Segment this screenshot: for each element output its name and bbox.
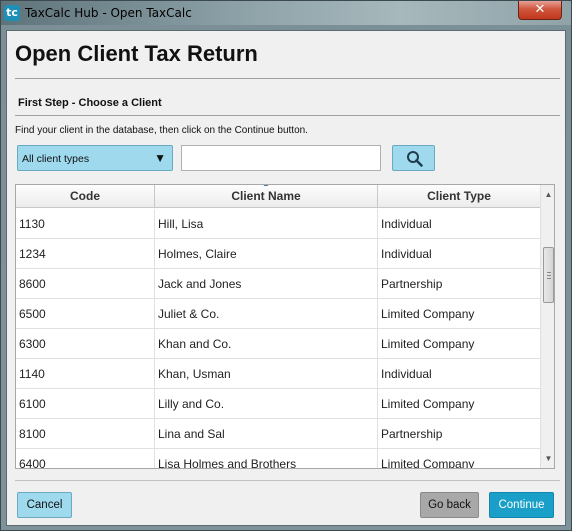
table-row[interactable]: 6500 Juliet & Co. Limited Company	[16, 299, 540, 329]
chevron-down-icon: ▼	[154, 151, 166, 165]
cell-code: 6400	[16, 449, 155, 468]
window-title: TaxCalc Hub - Open TaxCalc	[25, 6, 192, 20]
cell-client-type: Partnership	[381, 427, 443, 441]
divider	[15, 480, 560, 481]
cell-client-name: Khan, Usman	[155, 359, 378, 389]
cell-client-type: Limited Company	[381, 337, 475, 351]
search-button[interactable]	[392, 145, 435, 171]
step-label: First Step - Choose a Client	[18, 97, 162, 109]
cell-code: 1234	[16, 239, 155, 269]
table-row[interactable]: 6400 Lisa Holmes and Brothers Limited Comp…	[16, 449, 540, 469]
cell-client-name: Lisa Holmes and Brothers	[155, 449, 378, 468]
cell-client-type: Limited Company	[381, 397, 475, 411]
cell-client-name: Khan and Co.	[155, 329, 378, 359]
cell-client-name: Lilly and Co.	[155, 389, 378, 419]
cell-client-type: Individual	[381, 367, 432, 381]
search-input[interactable]	[181, 145, 381, 171]
cell-client-type: Partnership	[381, 277, 443, 291]
client-type-dropdown[interactable]: All client types ▼	[17, 145, 173, 171]
table-row[interactable]: 1140 Khan, Usman Individual	[16, 359, 540, 389]
column-header-code[interactable]: Code	[16, 185, 155, 208]
cell-client-name: Holmes, Claire	[155, 239, 378, 269]
table-scrollbar[interactable]: ▲ ▼	[540, 185, 554, 468]
table-row[interactable]: 6100 Lilly and Co. Limited Company	[16, 389, 540, 419]
client-type-selected: All client types	[22, 153, 90, 165]
instruction-text: Find your client in the database, then c…	[15, 125, 308, 136]
go-back-button[interactable]: Go back	[420, 492, 479, 518]
cell-code: 1140	[16, 359, 155, 389]
table-row[interactable]: 1130 Hill, Lisa Individual	[16, 209, 540, 239]
grip-line	[547, 275, 551, 276]
search-icon	[407, 151, 423, 167]
client-table: Code Client Name ▲ Client Type 1130Hill,…	[15, 184, 555, 469]
scroll-up-icon[interactable]: ▲	[541, 187, 554, 202]
column-header-client-name[interactable]: Client Name	[155, 185, 378, 208]
cell-client-name: Hill, Lisa	[155, 209, 378, 239]
divider	[15, 78, 560, 79]
cell-code: 8600	[16, 269, 155, 299]
table-header: Code Client Name ▲ Client Type	[16, 185, 540, 208]
cell-code: 8100	[16, 419, 155, 449]
grip-line	[547, 278, 551, 279]
table-row[interactable]: 1234 Holmes, Claire Individual	[16, 239, 540, 269]
page-title: Open Client Tax Return	[15, 41, 258, 66]
cell-code: 6100	[16, 389, 155, 419]
cell-client-type: Limited Company	[381, 457, 475, 469]
cell-code: 1130	[16, 209, 155, 239]
scrollbar-thumb[interactable]	[543, 247, 554, 303]
cell-client-type: Individual	[381, 247, 432, 261]
grip-line	[547, 272, 551, 273]
cell-client-name: Jack and Jones	[155, 269, 378, 299]
table-row[interactable]: 8100 Lina and Sal Partnership	[16, 419, 540, 449]
table-row[interactable]: 6300 Khan and Co. Limited Company	[16, 329, 540, 359]
taxcalc-logo-icon: tc	[4, 5, 20, 21]
cell-code: 6300	[16, 329, 155, 359]
cancel-button[interactable]: Cancel	[17, 492, 72, 518]
table-row[interactable]: 8600 Jack and Jones Partnership	[16, 269, 540, 299]
close-window-button[interactable]: ✕	[518, 1, 562, 20]
cell-client-type: Limited Company	[381, 307, 475, 321]
cell-code: 6500	[16, 299, 155, 329]
continue-button[interactable]: Continue	[489, 492, 554, 518]
sort-ascending-icon: ▲	[262, 185, 270, 188]
divider	[15, 115, 560, 116]
scroll-down-icon[interactable]: ▼	[541, 451, 554, 466]
app-window: tc TaxCalc Hub - Open TaxCalc ✕ Open Cli…	[0, 0, 572, 531]
column-header-client-type[interactable]: Client Type	[378, 185, 540, 208]
cell-client-type: Individual	[381, 217, 432, 231]
dialog-body: Open Client Tax Return First Step - Choo…	[6, 30, 566, 526]
title-bar[interactable]: tc TaxCalc Hub - Open TaxCalc ✕	[1, 1, 571, 25]
cell-client-name: Juliet & Co.	[155, 299, 378, 329]
cell-client-name: Lina and Sal	[155, 419, 378, 449]
column-header-label: Client Name	[231, 189, 301, 203]
